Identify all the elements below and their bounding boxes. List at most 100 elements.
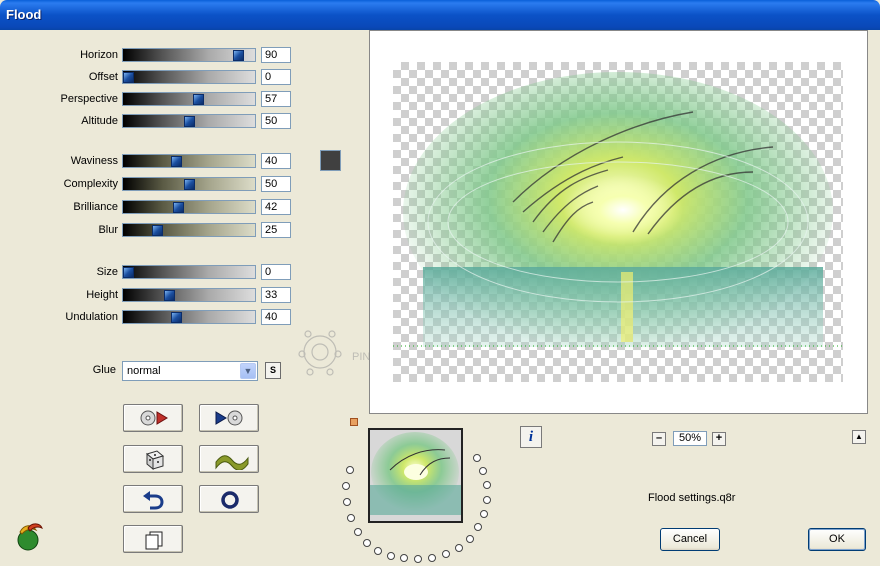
color-swatch[interactable] (320, 150, 341, 171)
preview-image (393, 72, 843, 352)
navigator-dot (387, 552, 395, 560)
slider-row-waviness: Waviness (0, 153, 118, 171)
complexity-value[interactable]: 50 (261, 176, 291, 192)
size-slider[interactable] (122, 265, 256, 279)
slider-label: Size (96, 266, 118, 278)
chevron-up-icon[interactable]: ▲ (852, 430, 866, 444)
blur-value[interactable]: 25 (261, 222, 291, 238)
navigator-dot (483, 481, 491, 489)
slider-label: Complexity (63, 178, 118, 190)
complexity-slider[interactable] (122, 177, 256, 191)
settings-filename: Flood settings.q8r (648, 492, 736, 504)
height-value[interactable]: 33 (261, 287, 291, 303)
slider-thumb[interactable] (152, 225, 164, 236)
offset-value[interactable]: 0 (261, 69, 291, 85)
slider-label: Undulation (65, 311, 118, 323)
filter-logo-icon (17, 523, 43, 551)
slider-thumb[interactable] (184, 179, 195, 190)
navigator-handle[interactable] (350, 418, 358, 426)
brilliance-value[interactable]: 42 (261, 199, 291, 215)
window-title: Flood (6, 7, 42, 22)
slider-label: Waviness (70, 155, 118, 167)
altitude-slider[interactable] (122, 114, 256, 128)
undulation-slider[interactable] (122, 310, 256, 324)
size-value[interactable]: 0 (261, 264, 291, 280)
zoom-out-button[interactable]: – (652, 432, 666, 446)
ok-button[interactable]: OK (808, 528, 866, 551)
horizon-value[interactable]: 90 (261, 47, 291, 63)
blur-slider[interactable] (122, 223, 256, 237)
navigator-dot (428, 554, 436, 562)
preview-panel[interactable] (369, 30, 868, 414)
wave-button[interactable] (199, 445, 259, 473)
altitude-value[interactable]: 50 (261, 113, 291, 129)
slider-label: Horizon (80, 49, 118, 61)
glue-s-button[interactable]: S (265, 362, 281, 379)
preview-canvas[interactable] (393, 62, 843, 382)
navigator-dot (342, 482, 350, 490)
title-bar[interactable]: Flood (0, 0, 880, 30)
navigator-dot (480, 510, 488, 518)
horizon-slider[interactable] (122, 48, 256, 62)
navigator-dot (374, 547, 382, 555)
glue-select[interactable]: normal ▼ (122, 361, 258, 381)
navigator-dot (483, 496, 491, 504)
circle-icon (221, 491, 239, 509)
waviness-value[interactable]: 40 (261, 153, 291, 169)
slider-thumb[interactable] (193, 94, 205, 105)
slider-row-undulation: Undulation (0, 309, 118, 327)
perspective-slider[interactable] (122, 92, 256, 106)
slider-label: Perspective (60, 93, 118, 105)
waviness-slider[interactable] (122, 154, 256, 168)
slider-thumb[interactable] (170, 312, 182, 323)
navigator-dot (414, 555, 422, 563)
navigator-dot (473, 454, 481, 462)
dialog-client: Horizon 90 Offset 0 Perspective 57 Altit… (0, 30, 880, 566)
slider-thumb[interactable] (123, 72, 134, 83)
chevron-down-icon[interactable]: ▼ (240, 363, 256, 379)
reset-button[interactable] (199, 485, 259, 513)
undo-arrow-icon (143, 491, 164, 510)
navigator-dot (479, 467, 487, 475)
navigator-dot (347, 514, 355, 522)
undulation-value[interactable]: 40 (261, 309, 291, 325)
navigator-dot (343, 498, 351, 506)
slider-row-blur: Blur (0, 222, 118, 240)
navigator-dot (354, 528, 362, 536)
navigator-dot (474, 523, 482, 531)
slider-row-height: Height (0, 287, 118, 305)
slider-row-horizon: Horizon (0, 47, 118, 65)
slider-row-brilliance: Brilliance (0, 199, 118, 217)
slider-thumb[interactable] (123, 267, 134, 278)
offset-slider[interactable] (122, 70, 256, 84)
load-preset-button[interactable] (123, 404, 183, 432)
copy-button[interactable] (123, 525, 183, 553)
slider-thumb[interactable] (170, 156, 182, 167)
play-cd-icon (215, 410, 243, 426)
navigator-thumbnail[interactable] (368, 428, 463, 523)
slider-thumb[interactable] (164, 290, 176, 301)
navigator-dot (363, 539, 371, 547)
info-button[interactable]: i (520, 426, 542, 448)
navigator-dot (466, 535, 474, 543)
undo-button[interactable] (123, 485, 183, 513)
cancel-button[interactable]: Cancel (660, 528, 720, 551)
navigator-dot (400, 554, 408, 562)
slider-label: Brilliance (73, 201, 118, 213)
slider-row-size: Size (0, 264, 118, 282)
glue-selected: normal (127, 365, 161, 377)
brilliance-slider[interactable] (122, 200, 256, 214)
slider-thumb[interactable] (232, 50, 244, 61)
random-button[interactable] (123, 445, 183, 473)
dice-icon (145, 450, 165, 470)
slider-thumb[interactable] (184, 116, 195, 127)
copy-pages-icon (145, 531, 163, 550)
perspective-value[interactable]: 57 (261, 91, 291, 107)
height-slider[interactable] (122, 288, 256, 302)
zoom-in-button[interactable]: + (712, 432, 726, 446)
save-preset-button[interactable] (199, 404, 259, 432)
thumbnail-image (370, 430, 461, 521)
slider-row-complexity: Complexity (0, 176, 118, 194)
slider-label: Altitude (81, 115, 118, 127)
slider-thumb[interactable] (173, 202, 185, 213)
